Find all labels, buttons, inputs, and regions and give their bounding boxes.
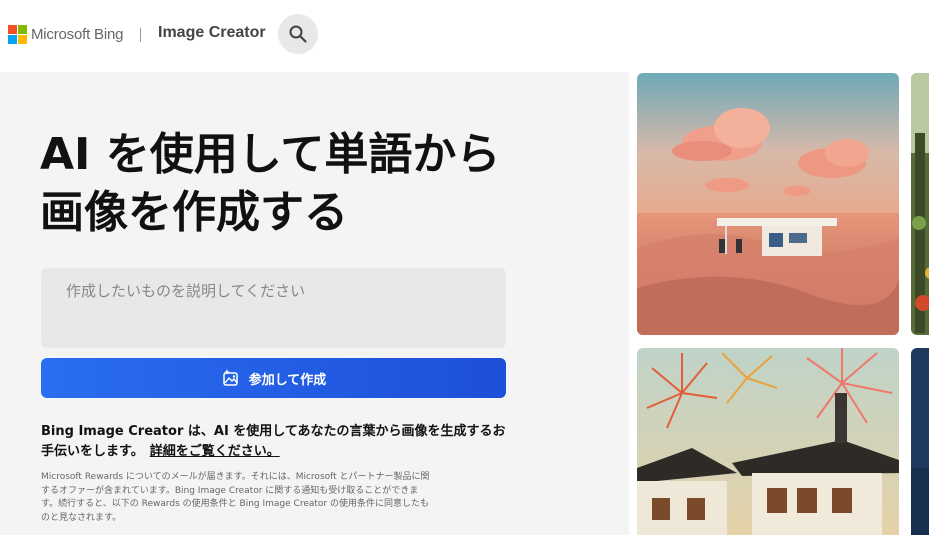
night-image[interactable]	[911, 348, 929, 535]
hero-panel: AI を使用して単語から画像を作成する 作成したいものを説明してください 参加し…	[0, 72, 629, 535]
product-name[interactable]: Image Creator	[158, 24, 266, 42]
header-divider	[140, 28, 141, 42]
search-icon	[289, 25, 307, 43]
join-and-create-label: 参加して作成	[248, 372, 327, 388]
page-title: AI を使用して単語から画像を作成する	[40, 129, 501, 238]
image-sparkle-icon	[222, 369, 238, 386]
fireworks-pagoda-image[interactable]	[637, 348, 899, 535]
desert-gas-station-image[interactable]	[637, 73, 899, 335]
microsoft-logo-icon	[8, 25, 27, 44]
join-and-create-button[interactable]: 参加して作成	[41, 358, 506, 398]
bing-brand[interactable]: Microsoft Bing	[8, 25, 123, 44]
search-button[interactable]	[278, 14, 318, 54]
forest-image[interactable]	[911, 73, 929, 335]
prompt-input[interactable]: 作成したいものを説明してください	[41, 268, 506, 348]
rewards-fine-print: Microsoft Rewards についてのメールが届きます。それには、Mic…	[41, 472, 430, 523]
brand-name: Microsoft Bing	[31, 26, 124, 43]
top-header: Microsoft Bing Image Creator	[0, 0, 929, 72]
image-gallery	[629, 72, 929, 535]
description: Bing Image Creator は、AI を使用してあなたの言葉から画像を…	[41, 422, 511, 462]
learn-more-link[interactable]: 詳細をご覧ください。	[150, 444, 280, 459]
